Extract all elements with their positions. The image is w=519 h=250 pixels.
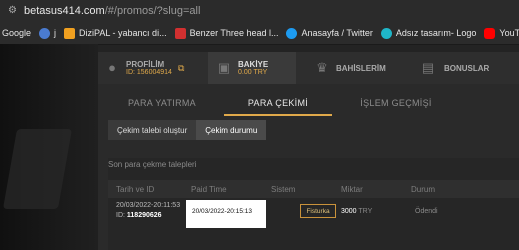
bookmark-favicon-icon — [64, 27, 76, 39]
wallet-icon: ▣ — [217, 60, 231, 75]
bookmark-adsiz[interactable]: Adsız tasarım- Logo — [380, 27, 477, 39]
col-paid-time: Paid Time — [191, 185, 227, 194]
payment-tabs: PARA YATIRMA PARA ÇEKİMİ İŞLEM GEÇMİŞİ — [108, 92, 518, 116]
bookmark-youtube[interactable]: YouTube — [484, 27, 519, 39]
background-art — [0, 44, 98, 250]
bookmark-label: j — [54, 28, 57, 38]
browser-address-bar[interactable]: ⚙ betasus414.com /#/promos/?slug=all — [0, 0, 519, 22]
bookmark-label: DiziPAL - yabancı di... — [79, 28, 167, 38]
nav-profile-label: PROFİLİM — [126, 60, 165, 69]
bookmark-label: Google — [2, 28, 32, 38]
copy-icon[interactable]: ⧉ — [178, 63, 184, 74]
row-id-prefix: ID: — [116, 212, 125, 219]
system-badge[interactable]: Fisturka — [300, 204, 336, 218]
bookmark-favicon-icon — [174, 27, 186, 39]
nav-balance-label: BAKİYE — [238, 60, 269, 69]
row-amount: 3000 TRY — [341, 208, 372, 215]
twitter-icon — [286, 27, 298, 39]
bookmark-label: Adsız tasarım- Logo — [395, 28, 477, 38]
paid-time-highlight: 20/03/2022-20:15:13 — [186, 200, 266, 228]
bookmark-dizipal[interactable]: DiziPAL - yabancı di... — [64, 27, 167, 39]
youtube-icon — [484, 27, 496, 39]
bookmark-google[interactable]: Google — [2, 28, 31, 38]
url-host: betasus414.com — [24, 5, 105, 17]
nav-balance[interactable]: ▣ BAKİYE 0.00 TRY — [208, 52, 296, 84]
decorative-shape — [2, 129, 73, 209]
nav-balance-value: 0.00 TRY — [238, 69, 268, 76]
gift-icon: ▤ — [421, 60, 435, 75]
main-panel: PARA YATIRMA PARA ÇEKİMİ İŞLEM GEÇMİŞİ Ç… — [98, 84, 519, 250]
col-date: Tarih ve ID — [116, 185, 155, 194]
nav-profile[interactable]: ● PROFİLİM ID: 156004914 ⧉ — [104, 52, 208, 84]
tab-history[interactable]: İŞLEM GEÇMİŞİ — [342, 92, 450, 114]
table-header: Tarih ve ID Paid Time Sistem Miktar Duru… — [108, 180, 519, 198]
nav-profile-id: ID: 156004914 — [126, 69, 172, 76]
subtab-withdraw-status[interactable]: Çekim durumu — [196, 120, 267, 140]
row-id-line: ID: 118290626 — [116, 212, 162, 219]
url-path: /#/promos/?slug=all — [104, 5, 201, 17]
user-icon: ● — [108, 60, 116, 75]
nav-bonus[interactable]: ▤ BONUSLAR — [420, 52, 516, 84]
nav-bonus-label: BONUSLAR — [444, 63, 490, 73]
tab-withdraw[interactable]: PARA ÇEKİMİ — [224, 92, 332, 116]
bookmark-label: YouTube — [499, 28, 519, 38]
row-system: Fisturka — [306, 207, 330, 215]
bookmark-twitter[interactable]: Anasayfa / Twitter — [286, 27, 373, 39]
withdraw-subtabs: Çekim talebi oluştur Çekim durumu — [108, 120, 267, 140]
bookmark-j[interactable]: j — [39, 27, 57, 39]
site-info-icon[interactable]: ⚙ — [8, 6, 18, 16]
col-system: Sistem — [271, 185, 296, 194]
section-title: Son para çekme talepleri — [108, 160, 197, 169]
bookmarks-bar: Google j DiziPAL - yabancı di... Benzer … — [0, 22, 519, 45]
nav-bets-label: BAHİSLERİM — [336, 63, 386, 73]
row-currency: TRY — [358, 208, 373, 215]
bookmark-benzer[interactable]: Benzer Three head l... — [174, 27, 279, 39]
bookmark-label: Anasayfa / Twitter — [301, 28, 373, 38]
row-amount-value: 3000 — [341, 208, 357, 215]
row-paid-time: 20/03/2022-20:15:13 — [192, 208, 252, 215]
row-date: 20/03/2022-20:11:53 — [116, 202, 181, 209]
bookmark-favicon-icon — [380, 27, 392, 39]
nav-bets[interactable]: ♛ BAHİSLERİM — [314, 52, 402, 84]
tab-deposit[interactable]: PARA YATIRMA — [108, 92, 216, 114]
col-status: Durum — [411, 185, 436, 194]
col-amount: Miktar — [341, 185, 363, 194]
row-status: Ödendi — [415, 208, 438, 215]
bookmark-label: Benzer Three head l... — [189, 28, 279, 38]
bookmark-favicon-icon — [39, 27, 51, 39]
account-nav: ● PROFİLİM ID: 156004914 ⧉ ▣ BAKİYE 0.00… — [98, 52, 519, 84]
trophy-icon: ♛ — [316, 60, 328, 75]
row-id: 118290626 — [126, 212, 162, 219]
subtab-create-request[interactable]: Çekim talebi oluştur — [108, 120, 197, 140]
